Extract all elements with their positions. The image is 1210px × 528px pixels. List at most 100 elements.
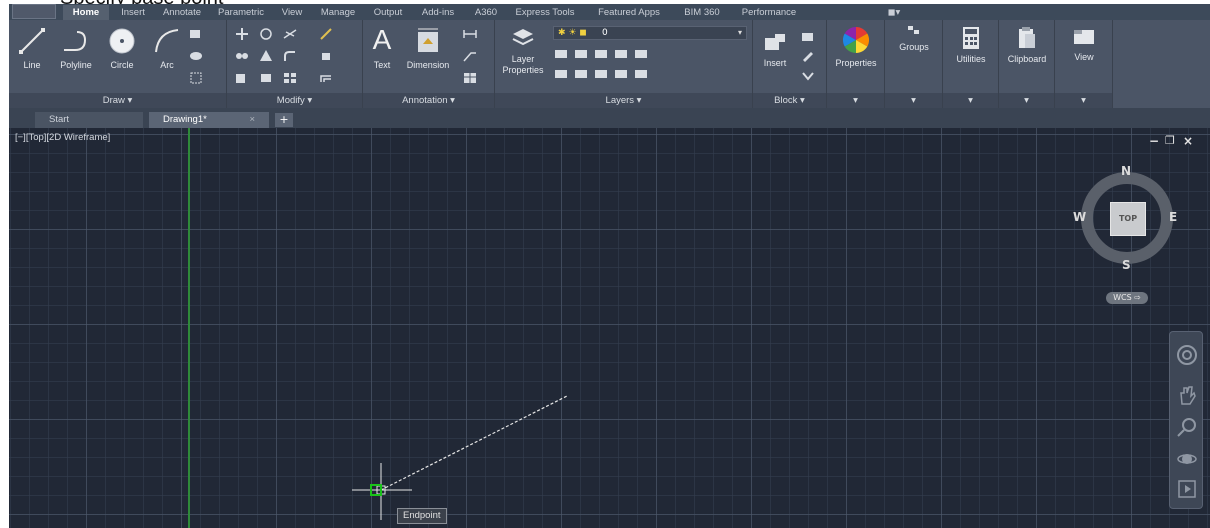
line-tool-button[interactable]: Line	[15, 26, 49, 70]
view-expand-arrow[interactable]: ▾	[1055, 93, 1112, 108]
insert-label: Insert	[763, 58, 787, 68]
insert-block-button[interactable]: Insert	[757, 30, 793, 68]
dimension-tool-button[interactable]: Dimension	[399, 26, 457, 70]
tab-parametric[interactable]: Parametric	[211, 5, 271, 20]
table-icon[interactable]	[463, 72, 477, 84]
panel-annotation: A Text Dimension Annotation ▾	[363, 20, 495, 108]
layer-tools-row1-icons[interactable]	[555, 48, 675, 60]
linear-dimension-icon[interactable]	[463, 28, 477, 40]
tab-home[interactable]: Home	[63, 5, 109, 20]
line-icon	[19, 28, 45, 54]
panel-modify-title[interactable]: Modify ▾	[227, 93, 362, 108]
edit-block-icon[interactable]	[801, 50, 815, 62]
view-label: View	[1074, 52, 1094, 62]
trim-icon[interactable]	[283, 28, 297, 40]
panel-layers: Layer Properties ✱ ☀ ◼ 0 ▾ Layers ▾	[495, 20, 753, 108]
create-block-icon[interactable]	[801, 30, 815, 42]
new-tab-button[interactable]: +	[275, 113, 293, 127]
tab-add-ins[interactable]: Add-ins	[413, 5, 463, 20]
layer-dropdown[interactable]: ✱ ☀ ◼ 0 ▾	[553, 26, 747, 40]
groups-button[interactable]: Groups	[887, 24, 941, 52]
mirror-icon[interactable]	[259, 50, 273, 62]
text-tool-button[interactable]: A Text	[365, 24, 399, 70]
dimension-icon	[418, 28, 438, 52]
application-menu-button[interactable]	[12, 4, 56, 19]
properties-color-wheel-icon	[842, 26, 870, 54]
clipboard-button[interactable]: Clipboard	[1001, 26, 1053, 64]
panel-layers-title[interactable]: Layers ▾	[495, 93, 752, 108]
panel-groups: Groups ▾	[885, 20, 943, 108]
scale-icon[interactable]	[259, 72, 273, 84]
leader-icon[interactable]	[463, 50, 477, 62]
panel-draw-title[interactable]: Draw ▾	[9, 93, 226, 108]
tab-performance[interactable]: Performance	[731, 5, 807, 20]
line-label: Line	[23, 60, 41, 70]
groups-expand-arrow[interactable]: ▾	[885, 93, 942, 108]
rectangle-icon[interactable]	[189, 28, 203, 40]
panel-block-title[interactable]: Block ▾	[753, 93, 826, 108]
boundary-icon[interactable]	[189, 72, 203, 84]
attributes-icon[interactable]	[801, 70, 815, 82]
copy-icon[interactable]	[235, 50, 249, 62]
properties-button[interactable]: Properties	[829, 26, 883, 68]
tab-a360[interactable]: A360	[467, 5, 505, 20]
layer-properties-label-1: Layer	[511, 54, 535, 64]
arc-icon	[155, 29, 179, 53]
explode-icon[interactable]	[319, 50, 333, 62]
properties-label: Properties	[835, 58, 877, 68]
clipboard-expand-arrow[interactable]: ▾	[999, 93, 1054, 108]
groups-label: Groups	[899, 42, 929, 52]
tab-annotate[interactable]: Annotate	[157, 5, 207, 20]
drawing-overlay	[352, 395, 568, 520]
panel-utilities: Utilities ▾	[943, 20, 999, 108]
circle-tool-button[interactable]: Circle	[103, 26, 141, 70]
insert-icon	[765, 34, 785, 50]
tab-view[interactable]: View	[275, 5, 309, 20]
text-label: Text	[373, 60, 391, 70]
clipboard-label: Clipboard	[1007, 54, 1047, 64]
erase-icon[interactable]	[319, 28, 333, 40]
rotate-icon[interactable]	[259, 28, 273, 40]
ribbon-tab-bar: Home Insert Annotate Parametric View Man…	[9, 4, 1210, 20]
layer-properties-button[interactable]: Layer Properties	[501, 26, 545, 76]
calculator-icon	[963, 27, 979, 49]
close-tab-icon[interactable]: ×	[249, 112, 255, 128]
panel-clipboard: Clipboard ▾	[999, 20, 1055, 108]
panel-properties: Properties ▾	[827, 20, 885, 108]
utilities-label: Utilities	[956, 54, 986, 64]
tab-express-tools[interactable]: Express Tools	[509, 5, 581, 20]
properties-expand-arrow[interactable]: ▾	[827, 93, 884, 108]
panel-draw: Line Polyline Circle Arc Draw ▾	[9, 20, 227, 108]
view-button[interactable]: View	[1057, 26, 1111, 62]
drawing-area[interactable]: [−][Top][2D Wireframe] − ❐ × TOP N S W E…	[9, 128, 1210, 528]
panel-annotation-title[interactable]: Annotation ▾	[363, 93, 494, 108]
tab-bim-360[interactable]: BIM 360	[677, 5, 727, 20]
fillet-icon[interactable]	[283, 50, 297, 62]
layer-properties-label-2: Properties	[502, 65, 544, 75]
utilities-button[interactable]: Utilities	[945, 26, 997, 64]
arc-tool-button[interactable]: Arc	[149, 26, 185, 70]
tab-start[interactable]: Start	[35, 112, 143, 128]
tab-output[interactable]: Output	[367, 5, 409, 20]
offset-icon[interactable]	[319, 72, 333, 84]
polyline-tool-button[interactable]: Polyline	[53, 26, 99, 70]
stretch-icon[interactable]	[235, 72, 249, 84]
plus-icon: +	[279, 113, 289, 126]
tab-featured-apps[interactable]: Featured Apps	[585, 5, 673, 20]
circle-label: Circle	[110, 60, 134, 70]
layer-properties-icon	[512, 29, 534, 46]
utilities-expand-arrow[interactable]: ▾	[943, 93, 998, 108]
endpoint-snap-tooltip: Endpoint	[397, 508, 447, 524]
layer-tools-row2-icons[interactable]	[555, 68, 675, 80]
ribbon-toggle-icon[interactable]: ◼▾	[881, 5, 907, 20]
array-icon[interactable]	[283, 72, 297, 84]
move-icon[interactable]	[235, 28, 249, 40]
hatch-icon[interactable]	[189, 50, 203, 62]
tab-manage[interactable]: Manage	[313, 5, 363, 20]
ribbon: Line Polyline Circle Arc Draw ▾ Modify ▾…	[9, 20, 1210, 108]
current-layer-name: 0	[602, 28, 608, 38]
panel-modify: Modify ▾	[227, 20, 363, 108]
tab-insert[interactable]: Insert	[113, 5, 153, 20]
groups-icon	[908, 26, 919, 34]
tab-drawing1[interactable]: Drawing1* ×	[149, 112, 269, 128]
